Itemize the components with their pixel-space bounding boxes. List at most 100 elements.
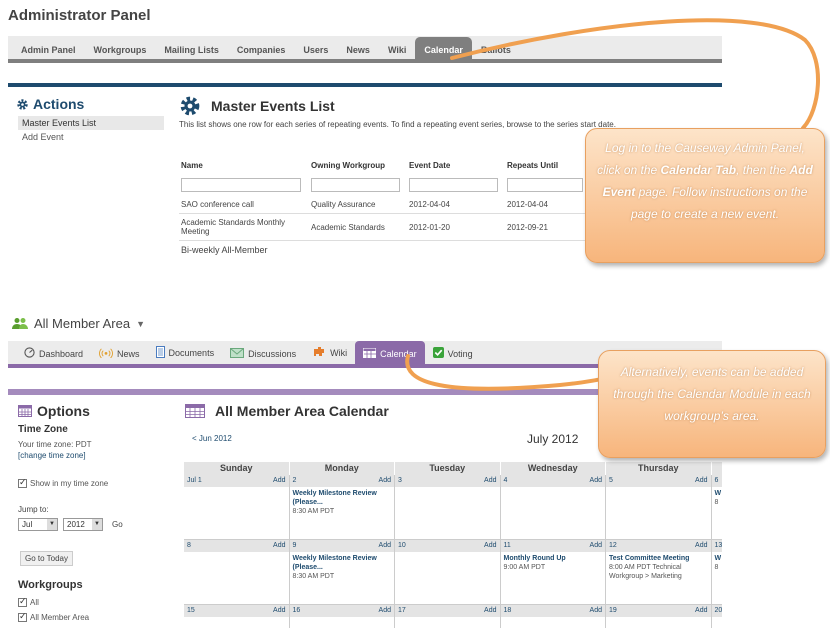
prev-month-link[interactable]: < Jun 2012 [192, 434, 232, 443]
show-tz-option[interactable]: Show in my time zone [18, 477, 108, 489]
day-number[interactable]: 13 [715, 540, 723, 552]
calendar-event-link[interactable]: W [712, 487, 723, 498]
calendar-event-link[interactable]: W [712, 552, 723, 563]
calendar-day-cell[interactable]: 13AddW8 [711, 540, 723, 605]
day-number[interactable]: 3 [398, 475, 402, 487]
day-number[interactable]: 6 [715, 475, 719, 487]
action-add-event[interactable]: Add Event [18, 130, 164, 144]
options-heading: Options [18, 403, 90, 419]
calendar-day-cell[interactable]: 18 Add [500, 605, 606, 628]
event-name[interactable]: SAO conference call [179, 196, 309, 214]
change-timezone-link[interactable]: [change time zone] [18, 451, 86, 460]
col-event-date[interactable]: Event Date [407, 161, 505, 178]
calendar-day-cell[interactable]: 6AddW8 [711, 475, 723, 540]
workgroup-selector[interactable]: All Member Area ▼ [12, 316, 145, 331]
add-event-link[interactable]: Add [590, 540, 602, 552]
workgroup-filter-all-member-area[interactable]: All Member Area [18, 611, 89, 623]
day-number[interactable]: 2 [293, 475, 297, 487]
calendar-event-link[interactable]: Weekly Milestone Review (Please... [290, 487, 395, 507]
calendar-day-cell[interactable]: 2 Add Weekly Milestone Review (Please... 8:… [289, 475, 395, 540]
day-number[interactable]: 5 [609, 475, 613, 487]
col-name[interactable]: Name [179, 161, 309, 178]
gear-icon [180, 96, 200, 116]
table-row[interactable]: Bi-weekly All-Member [179, 240, 589, 260]
show-tz-checkbox[interactable] [18, 477, 27, 489]
tab-discussions[interactable]: Discussions [222, 348, 304, 365]
calendar-day-cell[interactable]: 20Add [711, 605, 723, 628]
tab-dashboard[interactable]: Dashboard [16, 347, 91, 365]
add-event-link[interactable]: Add [379, 475, 391, 487]
day-number[interactable]: 15 [187, 605, 195, 617]
go-button[interactable]: Go [108, 518, 127, 531]
day-number[interactable]: 20 [715, 605, 723, 617]
jump-month-select[interactable]: Jul ▼ [18, 518, 58, 531]
day-number[interactable]: 17 [398, 605, 406, 617]
filter-date-input[interactable] [409, 178, 499, 192]
add-event-link[interactable]: Add [273, 475, 285, 487]
workgroup-all-checkbox[interactable] [18, 596, 27, 608]
add-event-link[interactable]: Add [379, 540, 391, 552]
add-event-link[interactable]: Add [273, 605, 285, 617]
workgroup-ama-checkbox[interactable] [18, 611, 27, 623]
day-number[interactable]: 8 [187, 540, 191, 552]
go-to-today-button[interactable]: Go to Today [20, 551, 73, 566]
event-name[interactable]: Bi-weekly All-Member [179, 240, 309, 260]
calendar-event-time: 8 [714, 499, 719, 506]
calendar-day-cell[interactable]: 17 Add [395, 605, 501, 628]
event-name[interactable]: Academic Standards Monthly Meeting [179, 213, 309, 241]
day-number[interactable]: 19 [609, 605, 617, 617]
jump-to-label: Jump to: [18, 505, 49, 514]
col-owning-workgroup[interactable]: Owning Workgroup [309, 161, 407, 178]
add-event-link[interactable]: Add [484, 605, 496, 617]
calendar-event-link[interactable]: Test Committee Meeting [606, 552, 711, 563]
add-event-link[interactable]: Add [484, 540, 496, 552]
calendar-event-time: 8 [714, 564, 719, 571]
day-number[interactable]: Jul 1 [187, 475, 202, 487]
calendar-day-cell[interactable]: 15 Add [184, 605, 290, 628]
table-row[interactable]: Academic Standards Monthly Meeting Acade… [179, 213, 589, 241]
calendar-day-cell[interactable]: Jul 1 Add [184, 475, 290, 540]
filter-workgroup-input[interactable] [311, 178, 401, 192]
calendar-event-link[interactable]: Weekly Milestone Review (Please... [290, 552, 395, 572]
add-event-link[interactable]: Add [273, 540, 285, 552]
calendar-day-cell[interactable]: 3 Add [395, 475, 501, 540]
calendar-week-row: 8 Add 9 Add Weekly Milestone Review (Please.… [184, 540, 722, 605]
action-master-events-list[interactable]: Master Events List [18, 116, 164, 130]
add-event-link[interactable]: Add [379, 605, 391, 617]
calendar-day-cell[interactable]: 4 Add [500, 475, 606, 540]
calendar-day-cell[interactable]: 5 Add [606, 475, 712, 540]
table-row[interactable]: SAO conference call Quality Assurance 20… [179, 196, 589, 214]
calendar-day-cell[interactable]: 8 Add [184, 540, 290, 605]
add-event-link[interactable]: Add [590, 475, 602, 487]
add-event-link[interactable]: Add [695, 475, 707, 487]
day-number[interactable]: 11 [504, 540, 511, 552]
tab-calendar[interactable]: Calendar [355, 341, 425, 365]
tab-news[interactable]: News [91, 347, 148, 365]
jump-year-select[interactable]: 2012 ▼ [63, 518, 103, 531]
calendar-day-cell[interactable]: 16 Add [289, 605, 395, 628]
col-repeats-until[interactable]: Repeats Until [505, 161, 589, 178]
day-number[interactable]: 12 [609, 540, 617, 552]
filter-name-input[interactable] [181, 178, 301, 192]
admin-tab-calendar[interactable]: Calendar [415, 37, 472, 61]
calendar-day-cell[interactable]: 12 Add Test Committee Meeting 8:00 AM PDT T… [606, 540, 712, 605]
day-number[interactable]: 4 [504, 475, 508, 487]
add-event-link[interactable]: Add [590, 605, 602, 617]
workgroup-filter-all[interactable]: All [18, 596, 39, 608]
day-number[interactable]: 16 [293, 605, 301, 617]
calendar-day-cell[interactable]: 11 Add Monthly Round Up 9:00 AM PDT [500, 540, 606, 605]
calendar-day-cell[interactable]: 9 Add Weekly Milestone Review (Please... 8:… [289, 540, 395, 605]
day-number[interactable]: 9 [293, 540, 297, 552]
day-number[interactable]: 18 [504, 605, 512, 617]
add-event-link[interactable]: Add [695, 540, 707, 552]
add-event-link[interactable]: Add [484, 475, 496, 487]
tab-documents[interactable]: Documents [148, 346, 223, 365]
day-number[interactable]: 10 [398, 540, 406, 552]
filter-until-input[interactable] [507, 178, 583, 192]
add-event-link[interactable]: Add [695, 605, 707, 617]
calendar-day-cell[interactable]: 10 Add [395, 540, 501, 605]
calendar-event-link[interactable]: Monthly Round Up [501, 552, 606, 563]
tab-wiki[interactable]: Wiki [304, 346, 355, 365]
tab-voting[interactable]: Voting [425, 347, 481, 365]
calendar-day-cell[interactable]: 19 Add [606, 605, 712, 628]
